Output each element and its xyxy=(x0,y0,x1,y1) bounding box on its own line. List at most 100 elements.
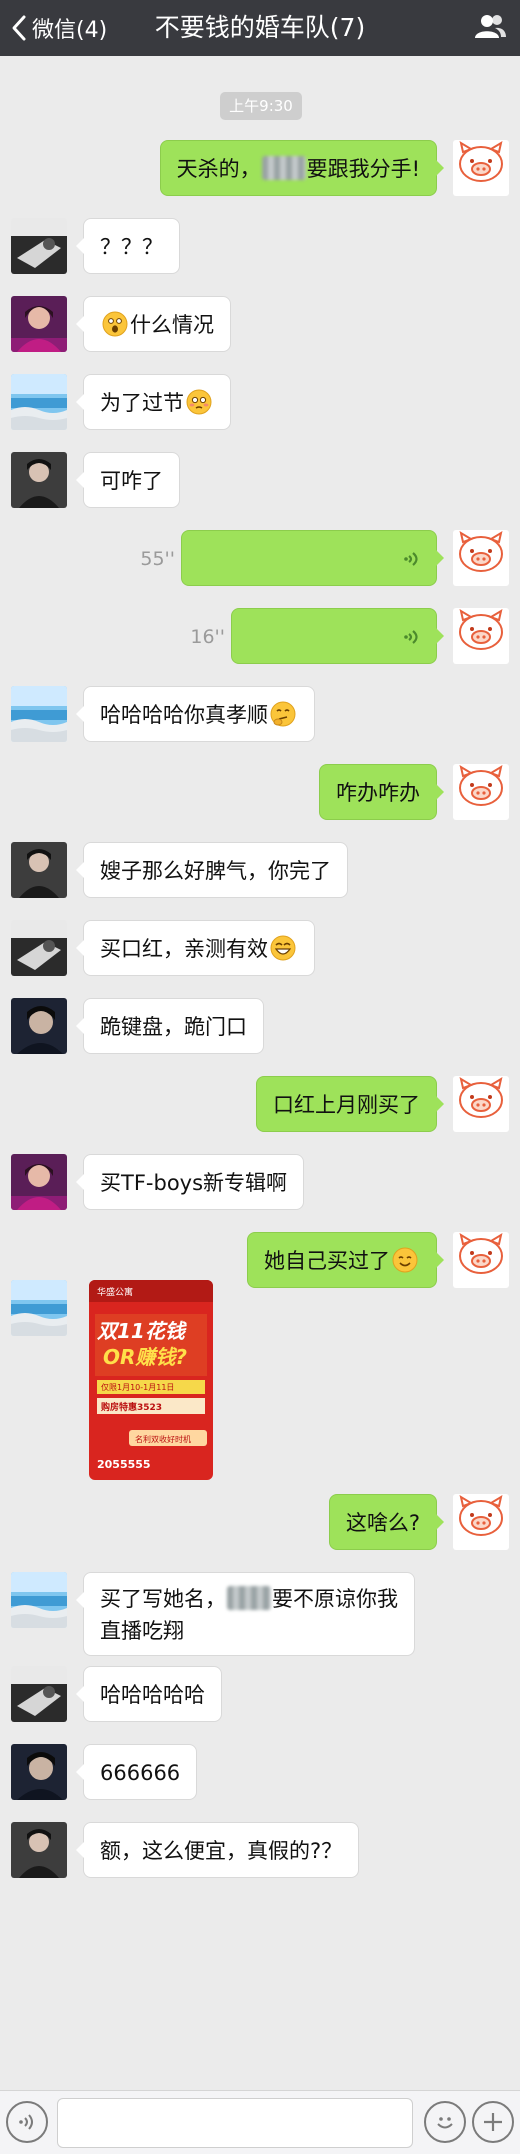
group-members-icon xyxy=(473,13,507,43)
avatar[interactable] xyxy=(11,1572,67,1628)
message-row: 买TF-boys新专辑啊 xyxy=(0,1154,520,1212)
avatar[interactable] xyxy=(11,686,67,742)
message-row: 什么情况 xyxy=(0,296,520,354)
avatar[interactable] xyxy=(11,1822,67,1878)
input-bar xyxy=(0,2090,520,2154)
message-text: 嫂子那么好脾气，你完了 xyxy=(100,859,331,883)
message-text: 要跟我分手! xyxy=(306,157,420,181)
message-row: 咋办咋办 xyxy=(0,764,520,822)
message-text: 咋办咋办 xyxy=(336,781,420,805)
avatar[interactable] xyxy=(11,374,67,430)
message-bubble[interactable]: 嫂子那么好脾气，你完了 xyxy=(76,842,348,898)
pig-avatar[interactable] xyxy=(453,1494,509,1550)
redacted-name xyxy=(227,1586,271,1610)
message-text: 要不原谅你我 xyxy=(272,1587,398,1611)
poster-line-c: 名利双收好时机 xyxy=(135,1434,191,1444)
message-bubble[interactable]: 口红上月刚买了 xyxy=(256,1076,444,1132)
message-row: 为了过节 xyxy=(0,374,520,432)
back-label: 微信(4) xyxy=(32,18,108,43)
message-bubble[interactable]: ？？？ xyxy=(76,218,180,274)
message-bubble[interactable]: 这啥么? xyxy=(328,1494,445,1550)
back-button[interactable]: 微信(4) xyxy=(6,0,107,56)
message-text: 什么情况 xyxy=(130,313,214,337)
message-row: 哈哈哈哈你真孝顺 xyxy=(0,686,520,744)
redacted-name xyxy=(261,156,306,180)
voice-wave-icon xyxy=(403,629,418,645)
message-text: 哈哈哈哈你真孝顺 xyxy=(100,703,268,727)
message-row: ？？？ xyxy=(0,218,520,276)
message-bubble[interactable]: 什么情况 xyxy=(76,296,231,352)
avatar[interactable] xyxy=(11,1666,67,1722)
message-bubble[interactable]: 可咋了 xyxy=(76,452,180,508)
message-row: 55'' xyxy=(0,530,520,588)
voice-message[interactable] xyxy=(231,608,444,664)
more-button[interactable] xyxy=(472,2101,514,2143)
pig-avatar[interactable] xyxy=(453,140,509,196)
pig-avatar[interactable] xyxy=(453,530,509,586)
avatar[interactable] xyxy=(11,218,67,274)
emoji-icon xyxy=(437,2117,453,2129)
message-row: 嫂子那么好脾气，你完了 xyxy=(0,842,520,900)
avatar[interactable] xyxy=(11,998,67,1054)
message-row: 天杀的， 要跟我分手! xyxy=(0,140,520,198)
poster-headline-1: 双11花钱 xyxy=(96,1319,187,1343)
voice-duration: 16'' xyxy=(190,626,225,648)
chevron-left-icon xyxy=(6,0,32,56)
pig-avatar[interactable] xyxy=(453,608,509,664)
message-bubble[interactable]: 为了过节 xyxy=(76,374,231,430)
nav-bar: 微信(4) 不要钱的婚车队(7) xyxy=(0,0,520,56)
message-text: ？？？ xyxy=(100,235,163,259)
message-text: 她自己买过了 xyxy=(264,1249,390,1273)
grin-emoji-icon xyxy=(270,935,296,961)
avatar[interactable] xyxy=(11,842,67,898)
avatar[interactable] xyxy=(11,1280,67,1336)
message-row: 哈哈哈哈哈 xyxy=(0,1666,520,1724)
message-text: 哈哈哈哈哈 xyxy=(100,1683,205,1707)
poster-image-message[interactable]: 华盛公寓 双11花钱 OR赚钱? 仅限1月10-1月11日 购房特惠3523 名… xyxy=(89,1280,213,1480)
avatar[interactable] xyxy=(11,1154,67,1210)
avatar[interactable] xyxy=(11,296,67,352)
message-text: 可咋了 xyxy=(100,469,163,493)
message-row: 这啥么? xyxy=(0,1494,520,1552)
shocked-emoji-icon xyxy=(102,311,128,337)
poster-line-a: 仅限1月10-1月11日 xyxy=(101,1382,174,1392)
flushed-emoji-icon xyxy=(186,389,212,415)
message-text: 买TF-boys新专辑啊 xyxy=(100,1171,288,1195)
message-bubble[interactable]: 哈哈哈哈你真孝顺 xyxy=(76,686,315,742)
message-bubble[interactable]: 跪键盘，跪门口 xyxy=(76,998,264,1054)
message-bubble[interactable]: 666666 xyxy=(75,1744,198,1800)
poster-line-b: 购房特惠3523 xyxy=(101,1401,162,1413)
message-input[interactable] xyxy=(57,2098,413,2148)
thinking-emoji-icon xyxy=(270,701,296,727)
message-text: 跪键盘，跪门口 xyxy=(100,1015,247,1039)
message-row: 买了写她名， 要不原谅你我 直播吃翔 xyxy=(0,1572,520,1656)
message-bubble[interactable]: 天杀的， 要跟我分手! xyxy=(159,140,445,196)
avatar[interactable] xyxy=(11,452,67,508)
timestamp: 上午9:30 xyxy=(220,92,302,120)
message-text: 为了过节 xyxy=(100,391,184,415)
message-row: 额，这么便宜，真假的?？ xyxy=(0,1822,520,1880)
message-row: 16'' xyxy=(0,608,520,666)
pig-avatar[interactable] xyxy=(453,764,509,820)
group-members-button[interactable] xyxy=(470,8,510,48)
voice-input-button[interactable] xyxy=(6,2101,48,2143)
plus-icon xyxy=(484,2113,502,2131)
message-bubble[interactable]: 买口红，亲测有效 xyxy=(76,920,315,976)
voice-wave-icon xyxy=(403,551,418,567)
pig-avatar[interactable] xyxy=(453,1076,509,1132)
message-row: 666666 xyxy=(0,1744,520,1802)
message-text: 买口红，亲测有效 xyxy=(100,937,268,961)
message-bubble[interactable]: 咋办咋办 xyxy=(319,764,444,820)
voice-message[interactable] xyxy=(181,530,444,586)
message-bubble[interactable]: 买了写她名， 要不原谅你我 直播吃翔 xyxy=(76,1572,415,1656)
message-text: 这啥么? xyxy=(345,1511,420,1535)
message-bubble[interactable]: 哈哈哈哈哈 xyxy=(76,1666,222,1722)
avatar[interactable] xyxy=(11,920,67,976)
message-bubble[interactable]: 额，这么便宜，真假的?？ xyxy=(75,1822,360,1878)
emoji-button[interactable] xyxy=(424,2101,466,2143)
avatar[interactable] xyxy=(11,1744,67,1800)
voice-duration: 55'' xyxy=(140,548,175,570)
message-text: 666666 xyxy=(100,1761,181,1785)
message-bubble[interactable]: 买TF-boys新专辑啊 xyxy=(75,1154,305,1210)
message-row: 可咋了 xyxy=(0,452,520,510)
